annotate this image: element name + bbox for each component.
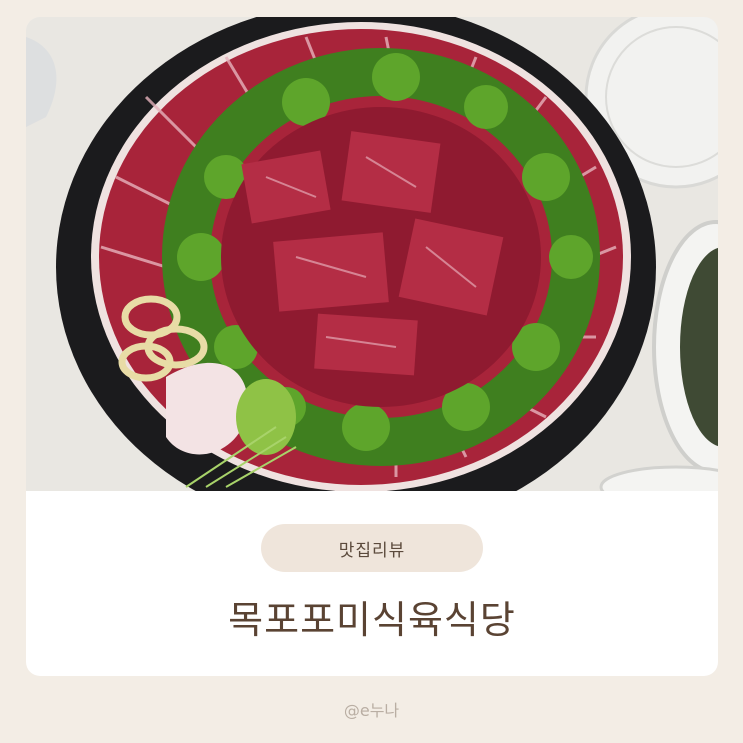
category-badge: 맛집리뷰 xyxy=(261,524,483,572)
post-title: 목포포미식육식당 xyxy=(228,598,516,642)
food-photo xyxy=(26,17,718,491)
raw-beef-platter-image xyxy=(26,17,718,491)
author-handle: @e누나 xyxy=(343,701,400,720)
post-card: 맛집리뷰 목포포미식육식당 xyxy=(26,17,718,676)
